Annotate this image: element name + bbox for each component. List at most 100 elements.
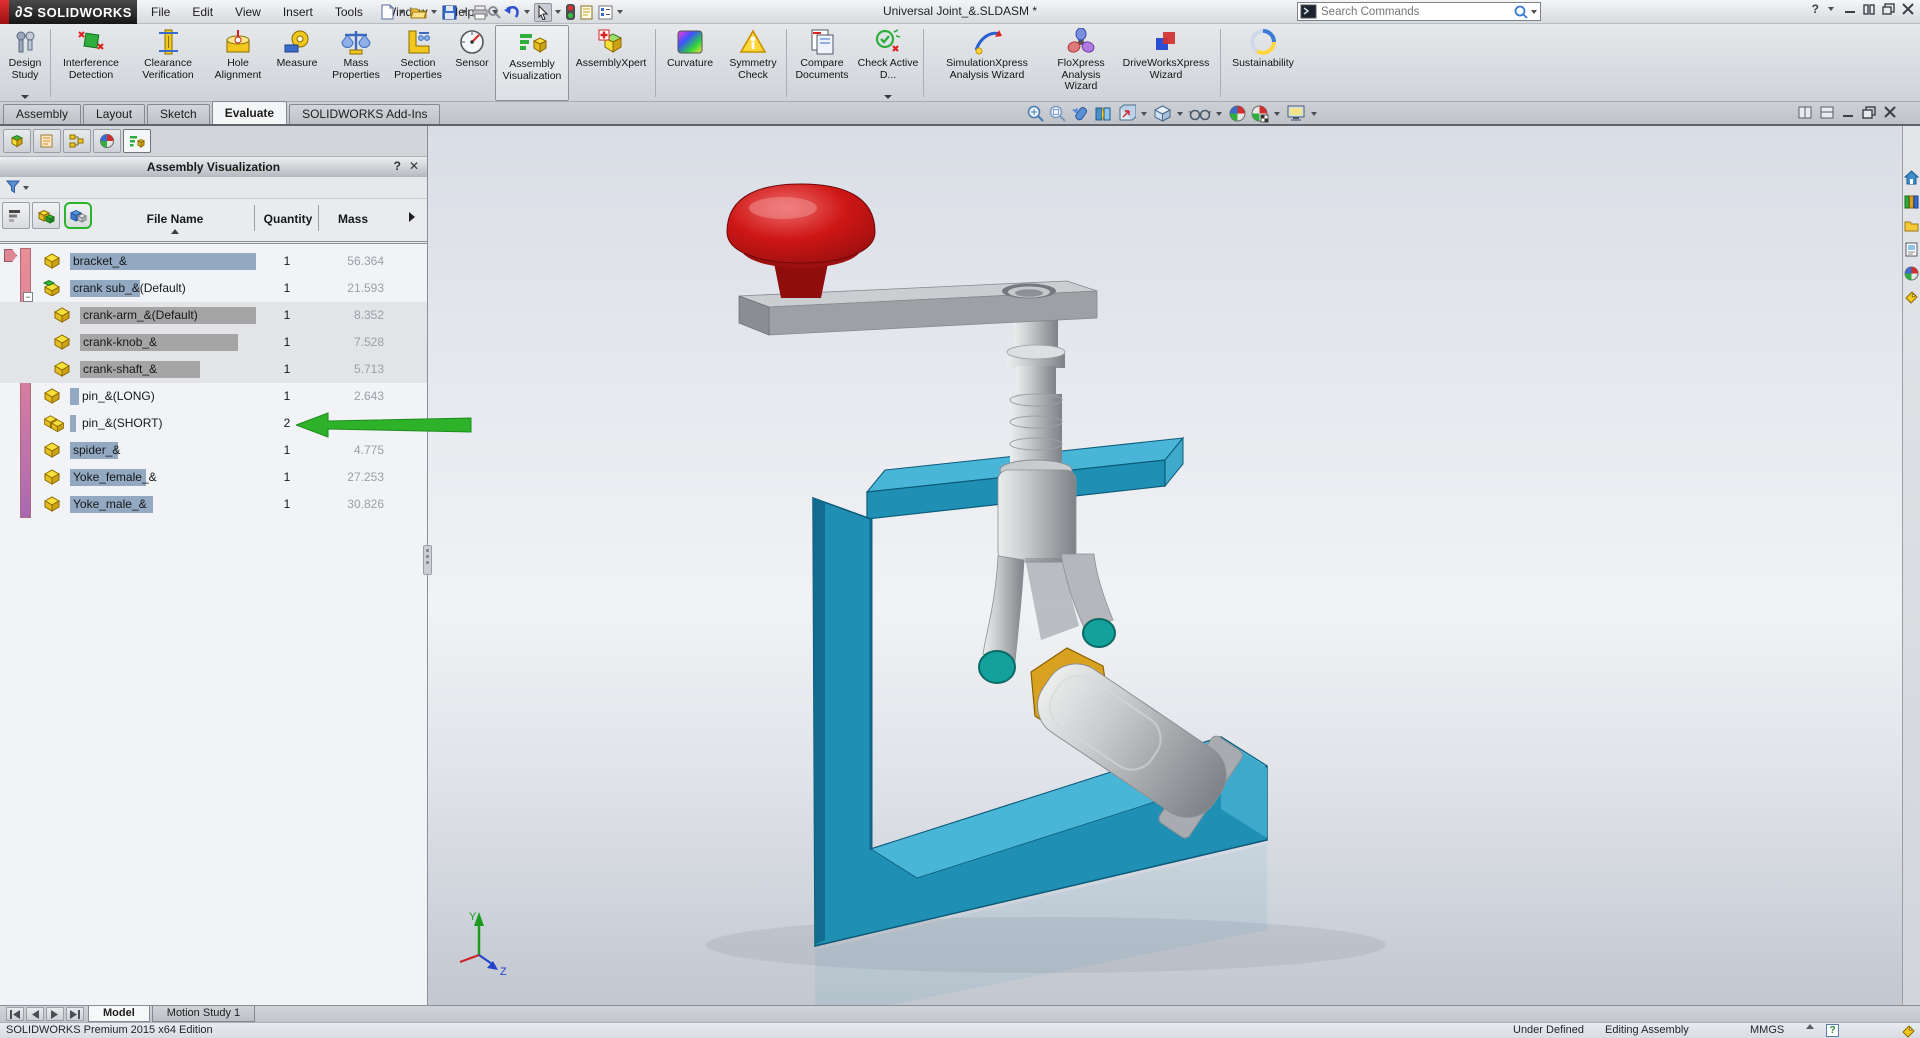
ribbon-button-curvature[interactable]: Curvature — [658, 25, 722, 101]
edit-appearance-icon[interactable] — [1228, 104, 1247, 123]
last-tab-button[interactable] — [66, 1007, 84, 1021]
tab-model[interactable]: Model — [88, 1006, 150, 1022]
filter-dropdown[interactable] — [23, 185, 29, 190]
units-dropdown[interactable] — [1806, 1024, 1814, 1029]
apply-scene-icon[interactable] — [1250, 104, 1269, 123]
filter-icon[interactable] — [6, 180, 21, 195]
ribbon-button-clearance-verification[interactable]: Clearance Verification — [129, 25, 207, 101]
doc-close-icon[interactable] — [1884, 106, 1896, 119]
display-manager-tab[interactable] — [93, 129, 121, 153]
zoom-to-area-icon[interactable] — [1048, 104, 1067, 123]
zoom-to-selection-icon[interactable] — [1070, 104, 1090, 123]
tab-sketch[interactable]: Sketch — [147, 104, 210, 124]
pane-split-icon[interactable] — [1820, 106, 1834, 119]
ribbon-button-assembly-visualization[interactable]: Assembly Visualization — [495, 25, 569, 101]
table-row-yoke-male[interactable]: Yoke_male_& 1 30.826 — [0, 491, 427, 518]
check-active-dropdown[interactable] — [884, 95, 892, 99]
search-scope-icon[interactable] — [1300, 4, 1317, 19]
pane-icon[interactable] — [1798, 106, 1812, 119]
table-row-crank-knob[interactable]: crank-knob_& 1 7.528 — [0, 329, 427, 356]
ribbon-button-measure[interactable]: Measure — [269, 25, 325, 101]
view-settings-dropdown[interactable] — [1311, 111, 1317, 116]
restore-button[interactable] — [1882, 3, 1895, 15]
configuration-manager-tab[interactable] — [63, 129, 91, 153]
column-header-mass[interactable]: Mass — [320, 212, 386, 226]
ribbon-button-design-study[interactable]: Design Study — [2, 25, 48, 101]
flat-view-button[interactable] — [32, 202, 60, 229]
ribbon-button-floxpress[interactable]: FloXpress Analysis Wizard — [1048, 25, 1114, 101]
panel-help-button[interactable]: ? — [394, 159, 401, 173]
table-row-pin-long[interactable]: pin_&(LONG) 1 2.643 — [0, 383, 427, 410]
feature-manager-tab[interactable] — [3, 129, 31, 153]
status-help-icon[interactable]: ? — [1826, 1024, 1839, 1037]
ribbon-button-symmetry-check[interactable]: Symmetry Check — [722, 25, 784, 101]
design-study-dropdown[interactable] — [21, 95, 29, 99]
table-row-crank-arm[interactable]: crank-arm_&(Default) 1 8.352 — [0, 302, 427, 329]
help-dropdown[interactable] — [1828, 7, 1834, 11]
ribbon-button-assemblyxpert[interactable]: AssemblyXpert — [569, 25, 653, 101]
ribbon-button-section-properties[interactable]: Section Properties — [387, 25, 449, 101]
column-separator[interactable] — [318, 205, 319, 231]
previous-tab-button[interactable] — [26, 1007, 44, 1021]
close-icon[interactable] — [1902, 3, 1914, 15]
ribbon-button-mass-properties[interactable]: Mass Properties — [325, 25, 387, 101]
tab-motion-study-1[interactable]: Motion Study 1 — [151, 1006, 256, 1022]
ribbon-button-interference-detection[interactable]: Interference Detection — [53, 25, 129, 101]
panel-close-button[interactable]: ✕ — [409, 159, 419, 173]
value-bars-button[interactable] — [2, 202, 30, 229]
view-orientation-icon[interactable] — [1116, 104, 1136, 123]
property-manager-tab[interactable] — [33, 129, 61, 153]
ribbon-button-simulationxpress[interactable]: SimulationXpress Analysis Wizard — [926, 25, 1048, 101]
more-columns-arrow[interactable] — [409, 212, 415, 222]
search-icon[interactable] — [1513, 4, 1529, 20]
file-explorer-icon[interactable] — [1904, 218, 1919, 233]
collapse-expander[interactable]: − — [23, 292, 33, 302]
view-palette-icon[interactable] — [1904, 242, 1919, 257]
tag-icon[interactable] — [1901, 1024, 1916, 1038]
first-tab-button[interactable] — [6, 1007, 24, 1021]
ribbon-button-hole-alignment[interactable]: Hole Alignment — [207, 25, 269, 101]
assembly-visualization-tab[interactable] — [123, 129, 151, 153]
design-library-icon[interactable] — [1904, 194, 1919, 209]
model-universal-joint[interactable]: Y Z — [428, 126, 1903, 1020]
ribbon-button-check-active-document[interactable]: Check Active D... — [855, 25, 921, 101]
table-row-crank-shaft[interactable]: crank-shaft_& 1 5.713 — [0, 356, 427, 383]
ribbon-button-compare-documents[interactable]: Compare Documents — [789, 25, 855, 101]
help-button[interactable]: ? — [1812, 2, 1819, 16]
display-style-icon[interactable] — [1153, 104, 1172, 123]
table-row-crank-sub[interactable]: crank sub_&(Default) 1 21.593 − — [0, 275, 427, 302]
tab-evaluate[interactable]: Evaluate — [211, 101, 288, 124]
tab-solidworks-add-ins[interactable]: SOLIDWORKS Add-Ins — [289, 104, 441, 124]
hide-show-dropdown[interactable] — [1216, 111, 1222, 116]
panel-splitter-handle[interactable] — [423, 545, 432, 575]
ribbon-button-driveworksxpress[interactable]: DriveWorksXpress Wizard — [1114, 25, 1218, 101]
hide-show-items-icon[interactable] — [1189, 104, 1211, 123]
section-view-icon[interactable] — [1093, 104, 1113, 123]
column-separator[interactable] — [254, 205, 255, 231]
appearances-icon[interactable] — [1904, 266, 1919, 281]
tab-layout[interactable]: Layout — [83, 104, 146, 124]
doc-minimize-icon[interactable] — [1842, 106, 1854, 119]
zoom-to-fit-icon[interactable] — [1026, 104, 1045, 123]
graphics-viewport[interactable]: Y Z — [427, 126, 1903, 1020]
column-header-file-name[interactable]: File Name — [110, 212, 240, 226]
next-tab-button[interactable] — [46, 1007, 64, 1021]
view-orientation-dropdown[interactable] — [1141, 111, 1147, 116]
grouped-view-button[interactable] — [64, 202, 92, 229]
tab-assembly[interactable]: Assembly — [3, 104, 82, 124]
table-row-yoke-female[interactable]: Yoke_female_& 1 27.253 — [0, 464, 427, 491]
display-style-dropdown[interactable] — [1177, 111, 1183, 116]
table-row-spider[interactable]: spider_& 1 4.775 — [0, 437, 427, 464]
search-input[interactable] — [1317, 4, 1513, 19]
pin-panes-button[interactable] — [1863, 3, 1875, 15]
ribbon-button-sustainability[interactable]: Sustainability — [1223, 25, 1303, 101]
apply-scene-dropdown[interactable] — [1274, 111, 1280, 116]
table-row-bracket[interactable]: bracket_& 1 56.364 — [0, 248, 427, 275]
minimize-button[interactable] — [1844, 3, 1856, 15]
view-settings-icon[interactable] — [1286, 104, 1306, 123]
ribbon-button-sensor[interactable]: Sensor — [449, 25, 495, 101]
custom-properties-icon[interactable] — [1904, 290, 1919, 305]
solidworks-resources-icon[interactable] — [1904, 170, 1919, 185]
units-label[interactable]: MMGS — [1750, 1024, 1784, 1036]
search-dropdown[interactable] — [1531, 9, 1537, 14]
